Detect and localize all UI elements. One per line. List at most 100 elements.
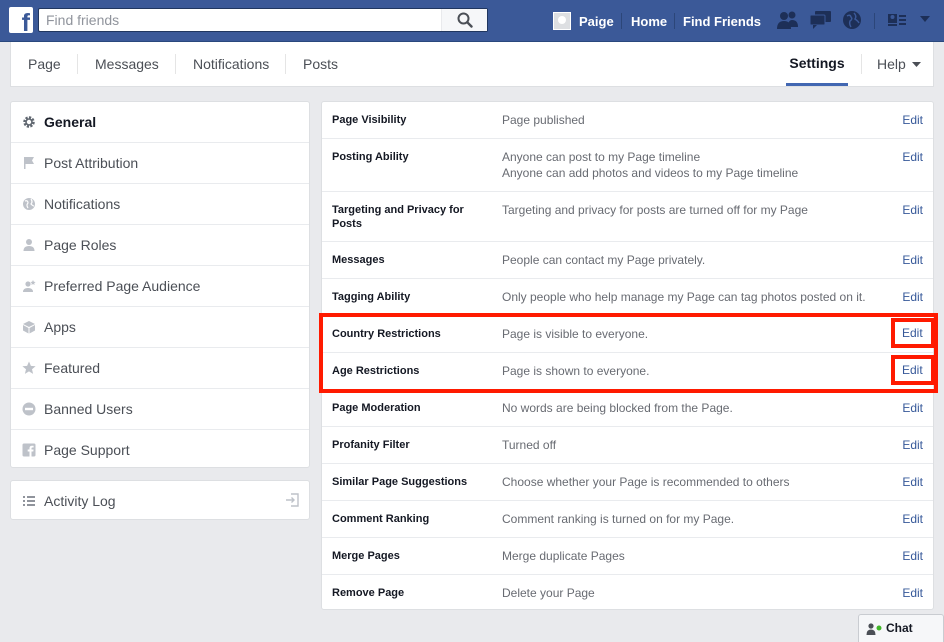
setting-label: Profanity Filter [332, 439, 410, 451]
home-link[interactable]: Home [631, 0, 667, 42]
ban-icon [22, 402, 36, 416]
chat-tab[interactable]: Chat [858, 614, 944, 642]
setting-value: Anyone can post to my Page timeline Anyo… [502, 149, 882, 181]
sidebar-item-label: General [44, 114, 97, 130]
chevron-down-icon [911, 62, 921, 68]
messages-icon[interactable] [809, 10, 833, 30]
edit-link[interactable]: Edit [902, 400, 923, 416]
gear-icon [23, 116, 35, 128]
globe-notifications-icon[interactable] [842, 10, 862, 30]
edit-link[interactable]: Edit [902, 149, 923, 165]
sidebar-item-banned-users[interactable]: Banned Users [11, 389, 309, 430]
setting-label: Messages [332, 254, 385, 266]
edit-link[interactable]: Edit [902, 548, 923, 564]
edit-link[interactable]: Edit [902, 202, 923, 218]
sidebar-item-label: Page Support [44, 442, 130, 458]
sidebar-item-page-support[interactable]: Page Support [11, 430, 309, 471]
tab-help[interactable]: Help [877, 42, 921, 86]
person-star-icon [23, 280, 36, 292]
settings-sidebar: General Post Attribution Notifications P… [10, 101, 310, 468]
sidebar-item-featured[interactable]: Featured [11, 348, 309, 389]
sidebar-item-post-attribution[interactable]: Post Attribution [11, 143, 309, 184]
sidebar-item-label: Banned Users [44, 401, 133, 417]
sidebar-item-label: Featured [44, 360, 101, 376]
sidebar-item-notifications[interactable]: Notifications [11, 184, 309, 225]
friend-requests-icon[interactable] [776, 10, 800, 30]
setting-value: Delete your Page [502, 586, 595, 600]
search-button[interactable] [441, 9, 487, 31]
chat-label: Chat [886, 621, 913, 635]
tab-divider [285, 54, 286, 74]
facebook-logo-icon[interactable]: f [9, 7, 33, 36]
country-restrictions-edit-button[interactable]: Edit [891, 318, 935, 348]
find-friends-label: Find Friends [683, 13, 761, 29]
edit-label: Edit [902, 363, 923, 377]
globe-icon [23, 198, 35, 210]
setting-value: Comment ranking is turned on for my Page… [502, 512, 735, 526]
edit-link[interactable]: Edit [902, 474, 923, 490]
home-label: Home [631, 13, 668, 29]
edit-link[interactable]: Edit [902, 437, 923, 453]
sidebar-item-preferred-page-audience[interactable]: Preferred Page Audience [11, 266, 309, 307]
tab-help-label: Help [877, 56, 906, 72]
star-icon [22, 361, 36, 374]
sidebar-item-label: Notifications [44, 196, 121, 212]
sidebar-item-apps[interactable]: Apps [11, 307, 309, 348]
activity-log-link[interactable]: Activity Log [10, 480, 310, 520]
setting-label: Targeting and Privacy for Posts [332, 204, 464, 230]
cube-icon [23, 321, 35, 334]
restrictions-highlight [319, 313, 938, 393]
setting-value-line: Anyone can add photos and videos to my P… [502, 166, 799, 180]
profile-link[interactable]: Paige [553, 0, 614, 42]
chat-contacts-icon [866, 623, 882, 635]
privacy-shortcuts-icon[interactable] [887, 10, 913, 30]
sidebar-item-general[interactable]: General [11, 102, 309, 143]
edit-link[interactable]: Edit [902, 112, 923, 128]
setting-value: Choose whether your Page is recommended … [502, 475, 790, 489]
tab-notifications[interactable]: Notifications [193, 42, 269, 86]
sidebar-item-page-roles[interactable]: Page Roles [11, 225, 309, 266]
setting-value: Page published [502, 113, 585, 127]
flag-icon [24, 157, 34, 169]
edit-link[interactable]: Edit [902, 511, 923, 527]
edit-link[interactable]: Edit [902, 252, 923, 268]
edit-link[interactable]: Edit [902, 289, 923, 305]
settings-row-page-moderation: Page Moderation No words are being block… [322, 390, 933, 427]
facebook-icon [22, 443, 36, 457]
setting-value: Only people who help manage my Page can … [502, 290, 866, 304]
tab-settings[interactable]: Settings [786, 42, 848, 86]
sidebar-item-label: Apps [44, 319, 76, 335]
sidebar-item-label: Post Attribution [44, 155, 139, 171]
nav-divider [874, 13, 875, 29]
tab-messages[interactable]: Messages [95, 42, 159, 86]
setting-label: Similar Page Suggestions [332, 476, 468, 488]
activity-log-label: Activity Log [44, 493, 116, 509]
settings-row-targeting-privacy: Targeting and Privacy for Posts Targetin… [322, 192, 933, 242]
sidebar-item-label: Preferred Page Audience [44, 278, 201, 294]
page-tab-bar: Page Messages Notifications Posts Settin… [10, 42, 934, 87]
settings-row-profanity-filter: Profanity Filter Turned off Edit [322, 427, 933, 464]
search-icon [457, 12, 473, 28]
settings-row-merge-pages: Merge Pages Merge duplicate Pages Edit [322, 538, 933, 575]
settings-row-messages: Messages People can contact my Page priv… [322, 242, 933, 279]
age-restrictions-edit-button[interactable]: Edit [891, 355, 935, 385]
setting-label: Tagging Ability [332, 291, 411, 303]
search-input[interactable] [46, 12, 436, 28]
setting-label: Merge Pages [332, 550, 400, 562]
settings-row-similar-page-suggestions: Similar Page Suggestions Choose whether … [322, 464, 933, 501]
list-icon [23, 496, 35, 506]
tab-divider [77, 54, 78, 74]
tab-divider [175, 54, 176, 74]
nav-divider [674, 13, 675, 29]
setting-label: Posting Ability [332, 151, 409, 163]
avatar [553, 12, 571, 30]
find-friends-link[interactable]: Find Friends [683, 0, 761, 42]
account-menu-icon[interactable] [920, 16, 930, 24]
setting-value: Merge duplicate Pages [502, 549, 625, 563]
tab-posts[interactable]: Posts [303, 42, 338, 86]
edit-link[interactable]: Edit [902, 585, 923, 601]
settings-row-remove-page: Remove Page Delete your Page Edit [322, 575, 933, 609]
settings-row-comment-ranking: Comment Ranking Comment ranking is turne… [322, 501, 933, 538]
tab-page[interactable]: Page [28, 42, 61, 86]
tab-divider [861, 54, 862, 74]
